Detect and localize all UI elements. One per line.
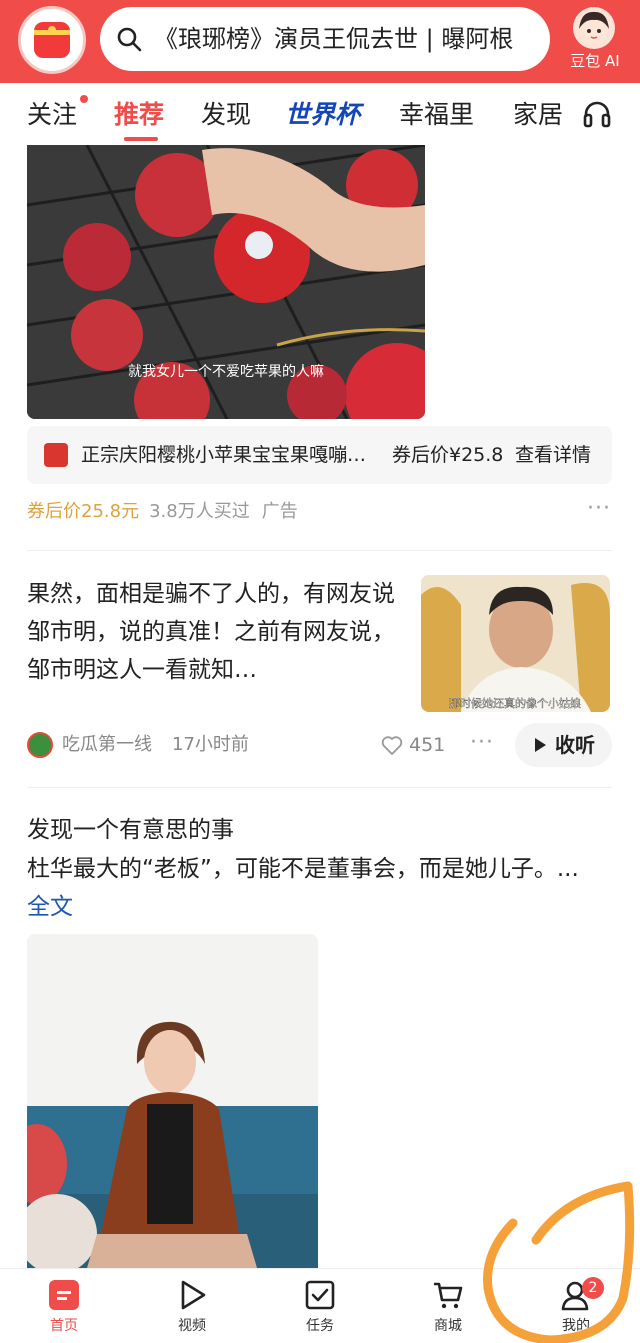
source-avatar-icon[interactable] — [27, 732, 53, 758]
app-logo-icon[interactable] — [18, 6, 86, 74]
ad-video-caption: 就我女儿一个不爱吃苹果的人嘛 — [128, 363, 324, 380]
ai-avatar-icon — [579, 11, 609, 45]
red-envelope-icon — [34, 22, 70, 58]
tab-recommend[interactable]: 推荐 — [114, 97, 164, 133]
article-title[interactable]: 果然，面相是骗不了人的，有网友说邹市明，说的真准！之前有网友说，邹市明这人一看就… — [27, 575, 397, 689]
nav-home-label: 首页 — [50, 1318, 78, 1334]
nav-tasks-label: 任务 — [306, 1318, 334, 1334]
home-icon — [49, 1280, 79, 1310]
listen-button[interactable]: 收听 — [515, 723, 612, 767]
task-check-icon — [305, 1280, 335, 1310]
tab-discover[interactable]: 发现 — [201, 97, 251, 133]
nav-mall[interactable]: 商城 — [408, 1269, 488, 1343]
notification-badge: 2 — [582, 1277, 604, 1299]
ai-assistant-avatar[interactable] — [573, 7, 615, 49]
search-bar[interactable]: 《琅琊榜》演员王侃去世 | 曝阿根 — [100, 7, 550, 71]
video-play-icon — [181, 1280, 206, 1310]
nav-profile[interactable]: 2 我的 — [536, 1269, 616, 1343]
article-thumbnail[interactable]: 那时候她还真的像个小姑娘 — [421, 575, 610, 712]
nav-mall-label: 商城 — [434, 1318, 462, 1334]
play-icon — [535, 738, 546, 752]
post-body-text[interactable]: 杜华最大的“老板”，可能不是董事会，而是她儿子。... 全文 — [27, 850, 587, 926]
article-more-options-icon[interactable]: ··· — [470, 730, 494, 755]
tab-world-cup[interactable]: 世界杯 — [285, 97, 360, 133]
nav-home[interactable]: 首页 — [24, 1269, 104, 1343]
cart-icon — [434, 1282, 463, 1309]
feed-divider — [27, 550, 612, 551]
product-name: 正宗庆阳樱桃小苹果宝宝果嘎嘣… — [81, 444, 367, 466]
like-count: 451 — [409, 734, 446, 756]
ai-assistant-label[interactable]: 豆包 AI — [560, 50, 630, 72]
thumbnail-caption: 那时候她还真的像个小姑娘 — [449, 696, 581, 710]
nav-tasks[interactable]: 任务 — [280, 1269, 360, 1343]
product-thumbnail-icon — [44, 443, 68, 467]
headset-icon[interactable] — [582, 99, 612, 129]
woman-portrait-image — [27, 934, 318, 1268]
post-body: 杜华最大的“老板”，可能不是董事会，而是她儿子。... — [27, 856, 579, 882]
full-text-link[interactable]: 全文 — [27, 894, 73, 920]
product-price: 券后价¥25.8 — [392, 444, 504, 466]
ad-label: 广告 — [261, 501, 298, 522]
nav-video-label: 视频 — [178, 1318, 206, 1334]
bottom-navigation: 首页 视频 任务 商城 2 我的 — [0, 1268, 640, 1343]
ad-coupon-price: 券后价25.8元 — [27, 501, 140, 522]
tab-xingfuli[interactable]: 幸福里 — [399, 97, 474, 133]
nav-profile-label: 我的 — [562, 1318, 590, 1334]
publish-time: 17小时前 — [172, 734, 249, 755]
search-icon — [117, 27, 142, 52]
ad-more-options-icon[interactable]: ··· — [587, 496, 611, 521]
channel-tabs: 关注 推荐 发现 世界杯 幸福里 家居 — [0, 83, 640, 145]
ad-product-bar[interactable]: 正宗庆阳樱桃小苹果宝宝果嘎嘣… 券后价¥25.8 查看详情 — [27, 426, 612, 484]
feed-divider — [27, 787, 612, 788]
top-header: 《琅琊榜》演员王侃去世 | 曝阿根 豆包 AI — [0, 0, 640, 83]
post-image[interactable] — [27, 934, 318, 1268]
source-name[interactable]: 吃瓜第一线 — [62, 731, 152, 759]
app-screen: 《琅琊榜》演员王侃去世 | 曝阿根 豆包 AI 关注 推荐 发现 世界杯 幸福里… — [0, 0, 640, 1343]
heart-like-icon[interactable] — [380, 733, 404, 757]
search-hot-query: 《琅琊榜》演员王侃去世 | 曝阿根 — [154, 25, 514, 53]
listen-button-label: 收听 — [555, 733, 595, 757]
active-tab-indicator — [124, 137, 158, 141]
tab-home-decor[interactable]: 家居 — [513, 97, 563, 133]
view-details-button[interactable]: 查看详情 — [515, 440, 591, 470]
ad-bought-count: 3.8万人买过 — [149, 501, 250, 522]
post-first-line[interactable]: 发现一个有意思的事 — [27, 812, 234, 848]
tab-follow-red-dot — [80, 95, 88, 103]
tab-follow[interactable]: 关注 — [27, 97, 77, 133]
ad-meta-row: 券后价25.8元 3.8万人买过 广告 — [27, 499, 298, 525]
apples-washing-image: 就我女儿一个不爱吃苹果的人嘛 — [27, 145, 425, 419]
ad-video-thumbnail[interactable]: 就我女儿一个不爱吃苹果的人嘛 — [27, 145, 425, 419]
nav-video[interactable]: 视频 — [152, 1269, 232, 1343]
man-smiling-image: 那时候她还真的像个小姑娘 — [421, 575, 610, 712]
